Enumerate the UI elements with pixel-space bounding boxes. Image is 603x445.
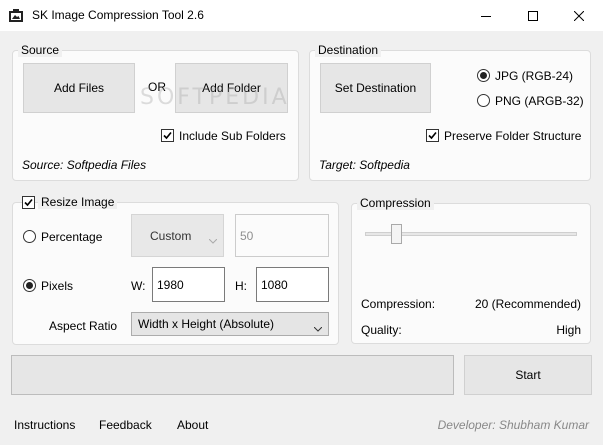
window-title: SK Image Compression Tool 2.6 <box>32 8 204 22</box>
instructions-link[interactable]: Instructions <box>14 418 75 432</box>
include-sub-folders-label: Include Sub Folders <box>179 129 286 143</box>
height-label: H: <box>235 279 247 293</box>
width-label: W: <box>131 279 146 293</box>
start-button[interactable]: Start <box>464 355 592 395</box>
minimize-button[interactable] <box>463 0 509 31</box>
pixels-radio[interactable] <box>23 279 36 292</box>
height-input[interactable]: 1080 <box>256 267 329 302</box>
aspect-ratio-label: Aspect Ratio <box>49 319 118 333</box>
maximize-icon <box>528 10 538 21</box>
add-folder-button[interactable]: Add Folder <box>175 63 288 113</box>
width-input[interactable]: 1980 <box>152 267 225 302</box>
minimize-icon <box>481 11 491 21</box>
developer-credit: Developer: Shubham Kumar <box>437 418 589 432</box>
app-icon <box>8 8 24 24</box>
pixels-label: Pixels <box>41 279 74 293</box>
compression-label: Compression: <box>361 297 436 311</box>
png-radio[interactable] <box>477 94 490 107</box>
destination-group: Destination Set Destination JPG (RGB-24)… <box>309 43 591 181</box>
quality-value: High <box>556 323 581 337</box>
compression-legend: Compression <box>357 196 434 210</box>
close-icon <box>574 10 584 21</box>
jpg-radio[interactable] <box>477 69 490 82</box>
destination-legend: Destination <box>315 43 382 57</box>
progress-bar <box>11 355 454 395</box>
include-sub-folders-checkbox[interactable] <box>161 129 174 142</box>
about-link[interactable]: About <box>177 418 208 432</box>
aspect-ratio-value: Width x Height (Absolute) <box>138 317 275 331</box>
percentage-label: Percentage <box>41 230 103 244</box>
png-label: PNG (ARGB-32) <box>495 94 584 108</box>
close-button[interactable] <box>556 0 602 31</box>
compression-group: Compression Compression: 20 (Recommended… <box>351 196 591 344</box>
resize-group: Resize Image Percentage Custom 50 Pixels… <box>12 195 339 345</box>
jpg-label: JPG (RGB-24) <box>495 69 574 83</box>
chevron-down-icon <box>313 321 323 335</box>
resize-image-legend: Resize Image <box>38 195 118 209</box>
compression-slider-thumb[interactable] <box>391 224 403 244</box>
percentage-radio[interactable] <box>23 230 36 243</box>
chevron-down-icon <box>208 233 218 247</box>
source-status: Source: Softpedia Files <box>22 158 147 172</box>
aspect-ratio-select[interactable]: Width x Height (Absolute) <box>131 312 329 336</box>
preserve-folder-structure-label: Preserve Folder Structure <box>444 129 582 143</box>
add-files-button[interactable]: Add Files <box>23 63 135 113</box>
set-destination-button[interactable]: Set Destination <box>320 63 431 113</box>
preserve-folder-structure-checkbox[interactable] <box>426 129 439 142</box>
client-area: Source Add Files OR Add Folder Include S… <box>0 31 603 445</box>
quality-label: Quality: <box>361 323 402 337</box>
or-label: OR <box>148 80 166 94</box>
percentage-preset-value: Custom <box>150 228 192 243</box>
percentage-preset-select[interactable]: Custom <box>131 214 224 257</box>
resize-image-checkbox[interactable] <box>22 196 35 209</box>
source-legend: Source <box>18 43 63 57</box>
maximize-button[interactable] <box>510 0 556 31</box>
source-group: Source Add Files OR Add Folder Include S… <box>12 43 299 181</box>
feedback-link[interactable]: Feedback <box>99 418 152 432</box>
percentage-input[interactable]: 50 <box>235 214 329 257</box>
title-bar[interactable]: SK Image Compression Tool 2.6 <box>0 0 603 31</box>
compression-value: 20 (Recommended) <box>474 297 581 311</box>
destination-status: Target: Softpedia <box>319 158 410 172</box>
